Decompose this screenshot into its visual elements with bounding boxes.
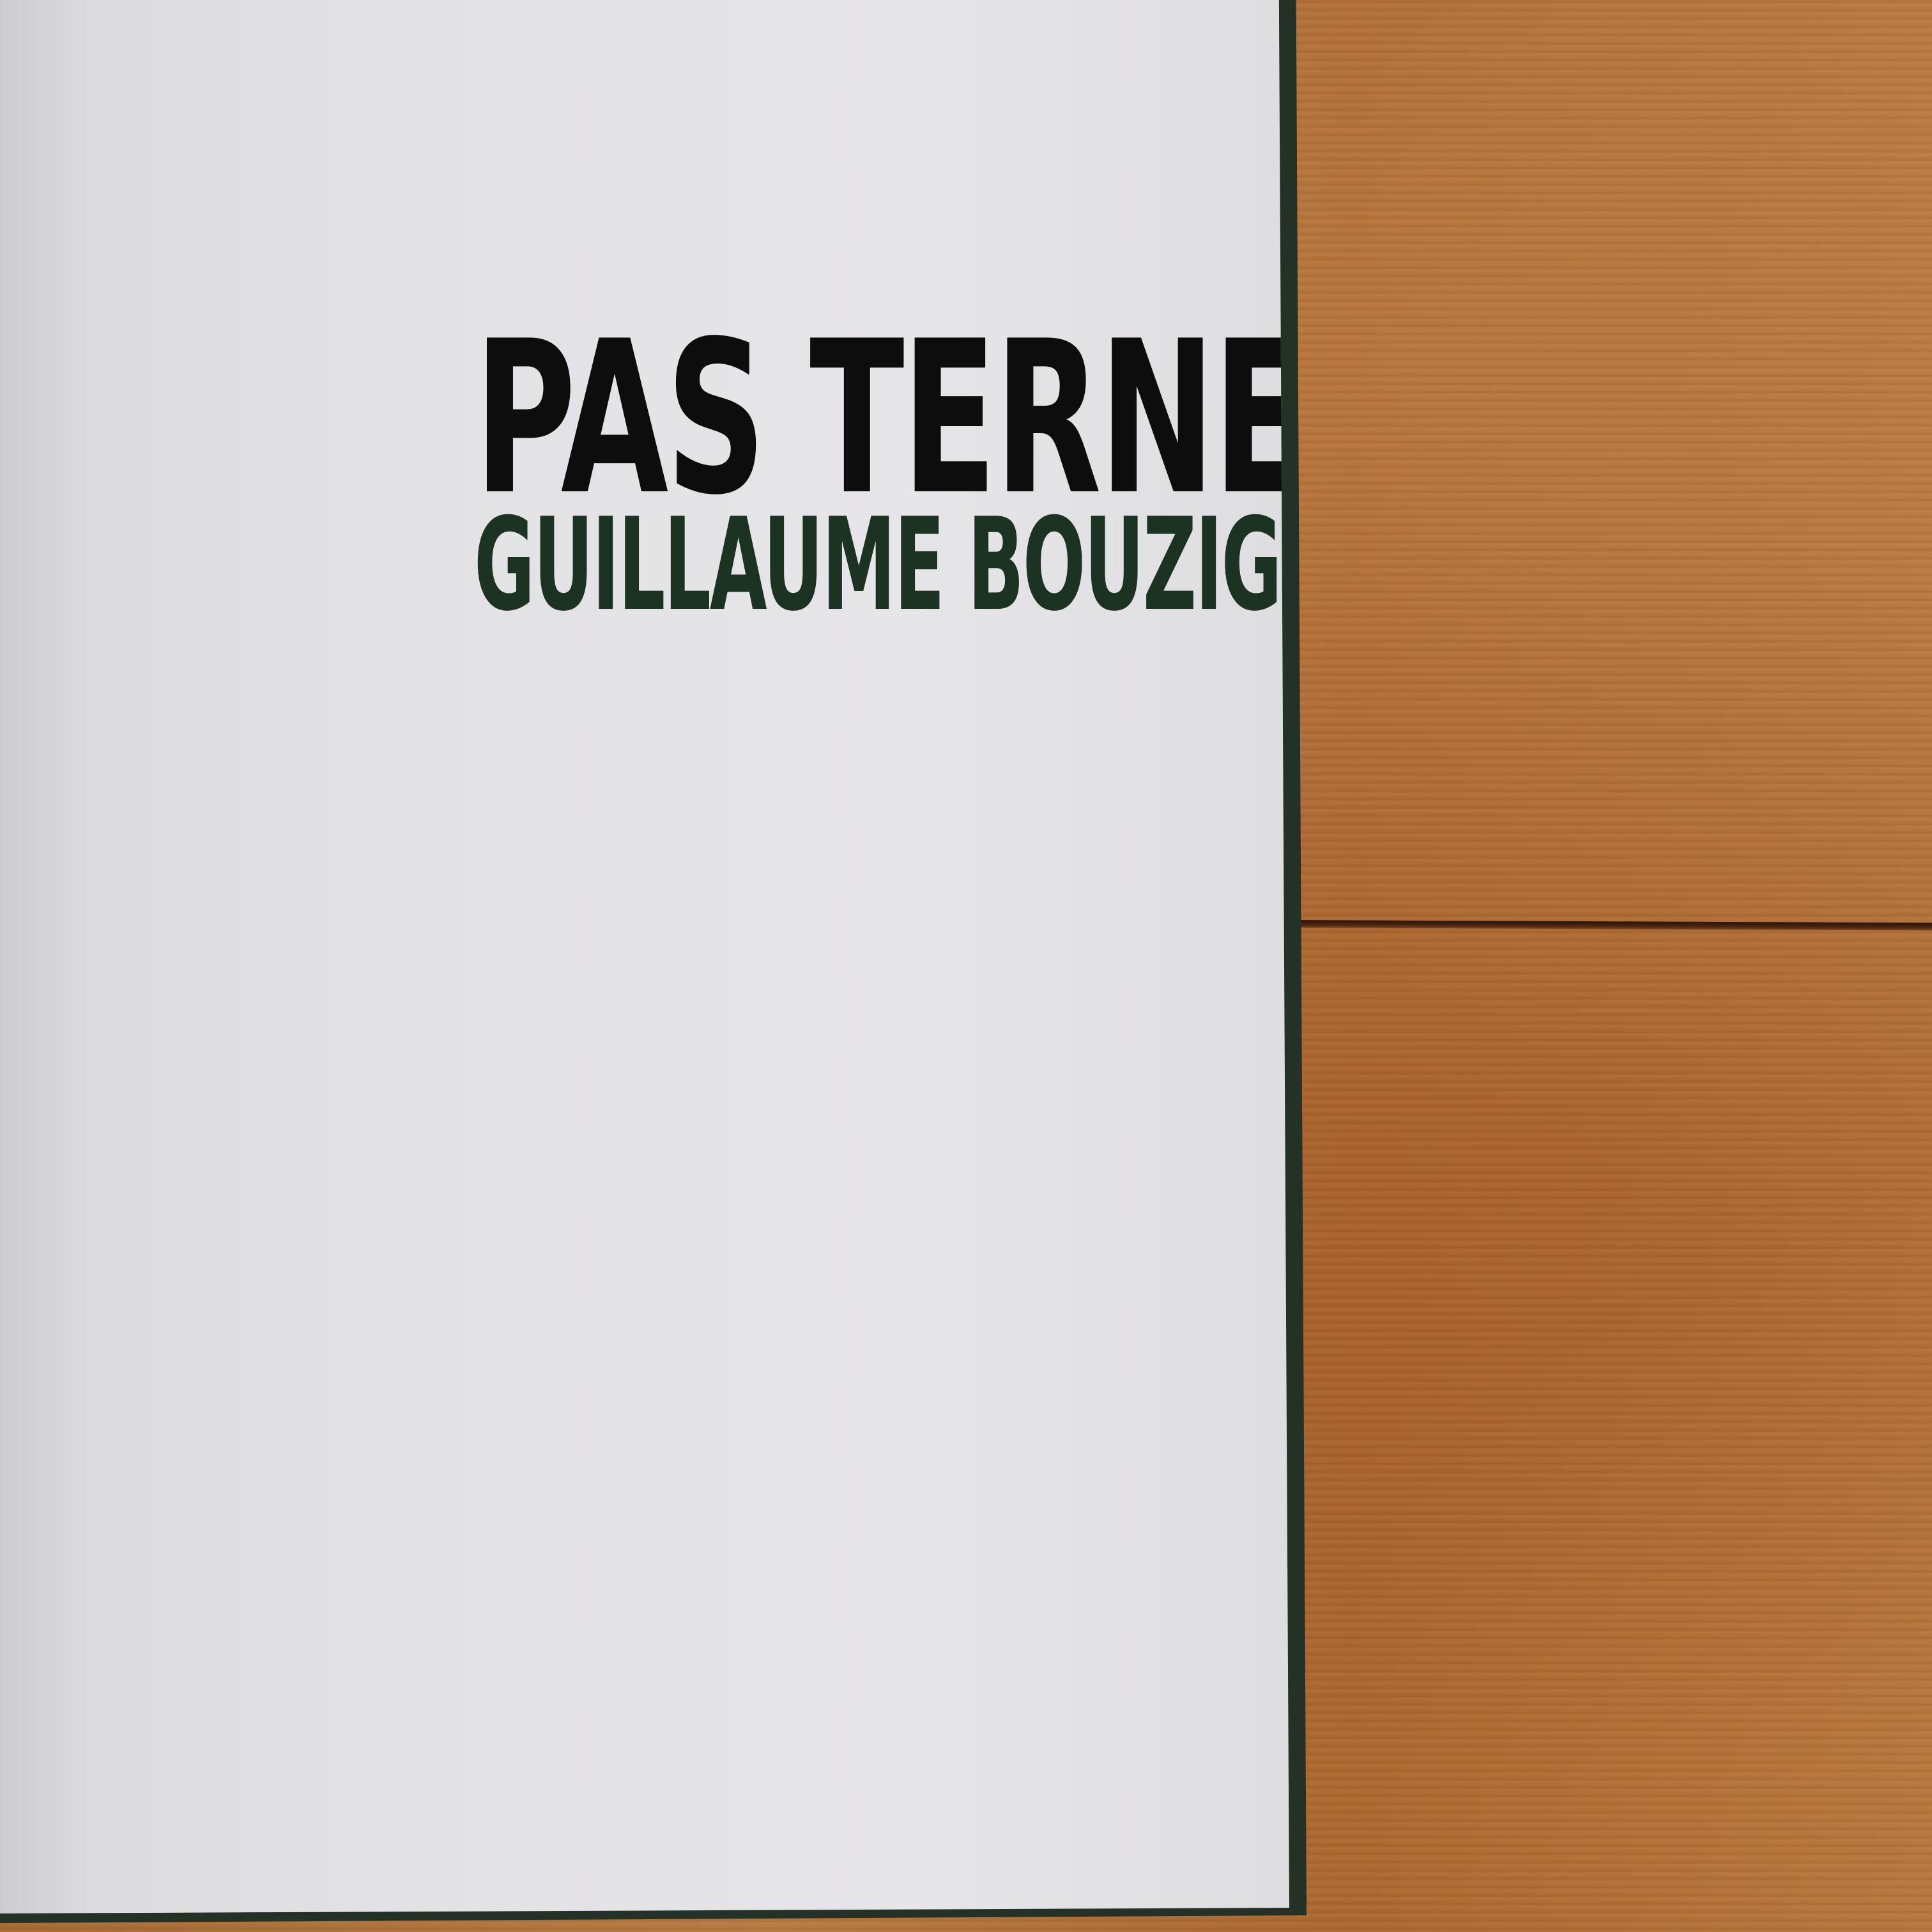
title-page: PAS TERNE GUILLAUME BOUZIGE: [0, 0, 1289, 1913]
page-gutter-shadow: [0, 0, 89, 1913]
book-title: PAS TERNE: [474, 296, 1306, 541]
book-author: GUILLAUME BOUZIGE: [474, 491, 1330, 640]
title-block: PAS TERNE GUILLAUME BOUZIGE: [474, 296, 1330, 640]
